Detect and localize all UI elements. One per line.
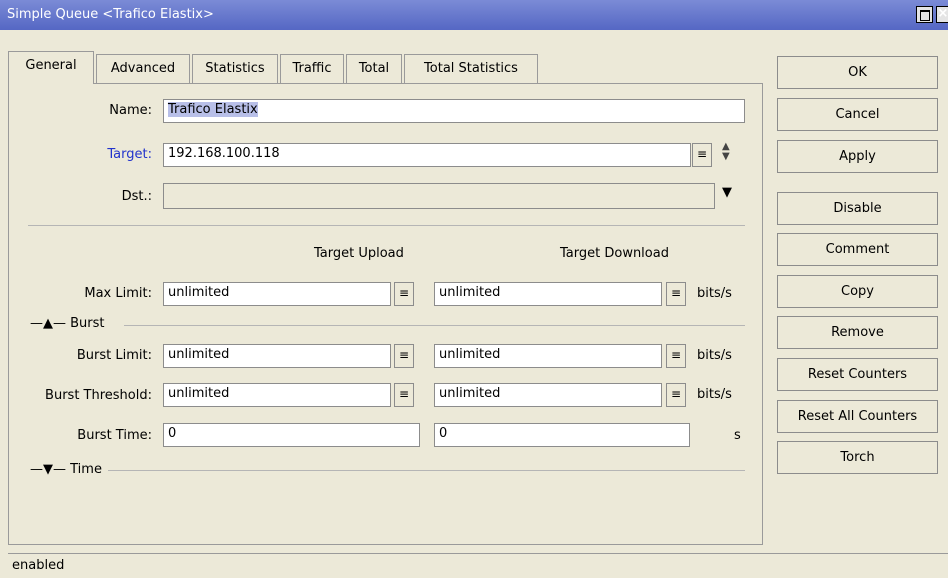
reset-all-counters-button[interactable]: Reset All Counters [777, 400, 938, 433]
burst-time-download-input[interactable]: 0 [434, 423, 690, 447]
time-separator [108, 470, 745, 471]
burst-limit-label: Burst Limit: [76, 348, 152, 363]
name-input[interactable]: Trafico Elastix [163, 99, 745, 123]
burst-limit-upload-dropdown-icon[interactable] [394, 344, 414, 368]
burst-time-label: Burst Time: [77, 428, 152, 443]
tab-advanced[interactable]: Advanced [96, 54, 190, 84]
time-section-label: Time [70, 462, 102, 477]
remove-button[interactable]: Remove [777, 316, 938, 349]
dst-label: Dst.: [121, 189, 152, 204]
max-limit-download-dropdown-icon[interactable] [666, 282, 686, 306]
max-limit-upload-input[interactable]: unlimited [163, 282, 391, 306]
time-section-toggle[interactable]: —▼— Time [30, 462, 102, 477]
burst-limit-unit: bits/s [697, 348, 732, 363]
comment-button[interactable]: Comment [777, 233, 938, 266]
dst-dropdown-icon[interactable]: ▼ [722, 185, 732, 200]
burst-limit-download-dropdown-icon[interactable] [666, 344, 686, 368]
dst-input[interactable] [163, 183, 715, 209]
burst-section-toggle[interactable]: —▲— Burst [30, 316, 105, 331]
burst-section-label: Burst [70, 316, 105, 331]
tab-total[interactable]: Total [346, 54, 402, 84]
tab-traffic[interactable]: Traffic [280, 54, 344, 84]
cancel-button[interactable]: Cancel [777, 98, 938, 131]
status-bar: enabled [8, 553, 948, 578]
burst-threshold-upload-input[interactable]: unlimited [163, 383, 391, 407]
col-target-upload: Target Upload [314, 246, 404, 261]
target-updown-icon[interactable]: ▲ ▼ [722, 142, 730, 162]
burst-separator [124, 325, 745, 326]
collapse-icon: —▲— [30, 316, 66, 331]
apply-button[interactable]: Apply [777, 140, 938, 173]
col-target-download: Target Download [560, 246, 669, 261]
copy-button[interactable]: Copy [777, 275, 938, 308]
separator [28, 225, 745, 226]
window-title: Simple Queue <Trafico Elastix> [7, 7, 214, 22]
max-limit-download-input[interactable]: unlimited [434, 282, 662, 306]
burst-time-unit: s [734, 428, 741, 443]
name-value: Trafico Elastix [168, 102, 258, 117]
title-bar[interactable]: Simple Queue <Trafico Elastix> × [0, 0, 948, 30]
status-text: enabled [12, 558, 65, 573]
burst-threshold-unit: bits/s [697, 387, 732, 402]
tab-total-statistics[interactable]: Total Statistics [404, 54, 538, 84]
tab-general[interactable]: General [8, 51, 94, 84]
expand-icon: —▼— [30, 462, 66, 477]
burst-threshold-download-dropdown-icon[interactable] [666, 383, 686, 407]
max-limit-upload-dropdown-icon[interactable] [394, 282, 414, 306]
reset-counters-button[interactable]: Reset Counters [777, 358, 938, 391]
target-label[interactable]: Target: [20, 147, 152, 162]
torch-button[interactable]: Torch [777, 441, 938, 474]
target-input[interactable]: 192.168.100.118 [163, 143, 691, 167]
tab-statistics[interactable]: Statistics [192, 54, 278, 84]
max-limit-label: Max Limit: [84, 286, 152, 301]
ok-button[interactable]: OK [777, 56, 938, 89]
close-icon[interactable]: × [936, 6, 948, 23]
max-limit-unit: bits/s [697, 286, 732, 301]
burst-time-upload-input[interactable]: 0 [163, 423, 420, 447]
burst-threshold-label: Burst Threshold: [45, 388, 152, 403]
burst-threshold-upload-dropdown-icon[interactable] [394, 383, 414, 407]
target-dropdown-icon[interactable] [692, 143, 712, 167]
burst-threshold-download-input[interactable]: unlimited [434, 383, 662, 407]
burst-limit-download-input[interactable]: unlimited [434, 344, 662, 368]
maximize-icon[interactable] [916, 6, 933, 23]
name-label: Name: [109, 103, 152, 118]
burst-limit-upload-input[interactable]: unlimited [163, 344, 391, 368]
disable-button[interactable]: Disable [777, 192, 938, 225]
